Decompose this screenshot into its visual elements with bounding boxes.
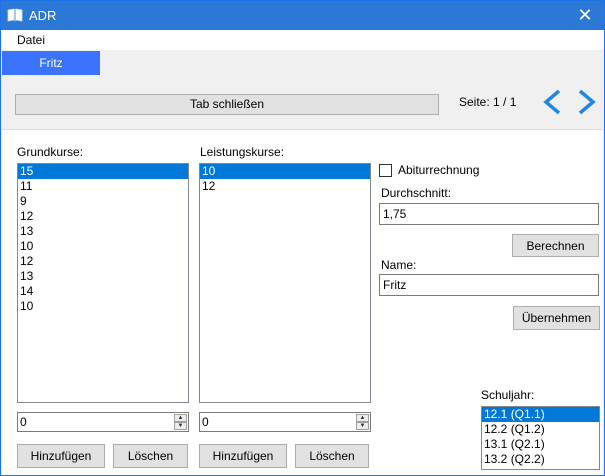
tab-strip: Fritz [1, 51, 604, 75]
grundkurse-label: Grundkurse: [17, 145, 84, 159]
durchschnitt-field[interactable]: 1,75 [379, 203, 599, 225]
schuljahr-list-item[interactable]: 12.2 (Q1.2) [482, 422, 599, 437]
leistungskurse-spinbox[interactable]: 0 ▲ ▼ [199, 412, 371, 432]
schuljahr-list-item[interactable]: 13.1 (Q2.1) [482, 437, 599, 452]
grundkurse-spinbox[interactable]: 0 ▲ ▼ [17, 412, 189, 432]
page-indicator: Seite: 1 / 1 [459, 95, 517, 109]
spin-up-icon[interactable]: ▲ [356, 414, 369, 422]
leistungskurse-spin-value: 0 [202, 415, 209, 429]
tab-content: Grundkurse: 15 11 9 12 13 10 12 13 14 10 0 ▲ ▼ Hi… [2, 129, 603, 475]
grundkurse-list-item[interactable]: 12 [18, 254, 188, 269]
leistungskurse-spin-arrows[interactable]: ▲ ▼ [356, 414, 369, 430]
grundkurse-list-item[interactable]: 14 [18, 284, 188, 299]
menu-item-datei[interactable]: Datei [17, 33, 45, 47]
tab-fritz[interactable]: Fritz [2, 51, 100, 75]
abiturrechnung-label: Abiturrechnung [398, 163, 480, 177]
grundkurse-list-item[interactable]: 15 [18, 164, 188, 179]
menu-bar: Datei [1, 30, 604, 50]
grundkurse-list-item[interactable]: 11 [18, 179, 188, 194]
grundkurse-spin-arrows[interactable]: ▲ ▼ [174, 414, 187, 430]
schuljahr-listbox[interactable]: 12.1 (Q1.1) 12.2 (Q1.2) 13.1 (Q2.1) 13.2 (Q… [481, 406, 600, 470]
close-tab-button[interactable]: Tab schließen [15, 94, 439, 115]
book-icon [7, 8, 23, 22]
chevron-right-icon[interactable] [575, 88, 599, 116]
grundkurse-list-item[interactable]: 12 [18, 209, 188, 224]
grundkurse-list-item[interactable]: 10 [18, 299, 188, 314]
grundkurse-list-item[interactable]: 13 [18, 224, 188, 239]
grundkurse-list-item[interactable]: 13 [18, 269, 188, 284]
grundkurse-spin-value: 0 [20, 415, 27, 429]
berechnen-button[interactable]: Berechnen [512, 234, 599, 257]
close-icon: ✕ [577, 5, 593, 25]
schuljahr-list-item[interactable]: 13.2 (Q2.2) [482, 452, 599, 467]
leistungskurse-listbox[interactable]: 10 12 [199, 163, 371, 403]
leistungskurse-add-button[interactable]: Hinzufügen [199, 444, 287, 468]
name-label: Name: [381, 258, 417, 272]
spin-down-icon[interactable]: ▼ [356, 422, 369, 430]
chevron-left-icon[interactable] [540, 88, 564, 116]
durchschnitt-label: Durchschnitt: [381, 186, 452, 200]
schuljahr-list-item[interactable]: 12.1 (Q1.1) [482, 407, 599, 422]
uebernehmen-button[interactable]: Übernehmen [513, 306, 600, 330]
spin-up-icon[interactable]: ▲ [174, 414, 187, 422]
spin-down-icon[interactable]: ▼ [174, 422, 187, 430]
grundkurse-list-item[interactable]: 9 [18, 194, 188, 209]
durchschnitt-value: 1,75 [383, 207, 407, 221]
leistungskurse-list-item[interactable]: 12 [200, 179, 370, 194]
app-window: ADR ✕ Datei Fritz Tab schließen Seite: 1… [0, 0, 605, 476]
leistungskurse-list-item[interactable]: 10 [200, 164, 370, 179]
abiturrechnung-checkbox[interactable] [379, 164, 392, 177]
title-bar: ADR ✕ [1, 1, 604, 30]
schuljahr-label: Schuljahr: [481, 388, 535, 402]
grundkurse-delete-button[interactable]: Löschen [113, 444, 188, 468]
grundkurse-list-item[interactable]: 10 [18, 239, 188, 254]
close-window-button[interactable]: ✕ [574, 4, 596, 26]
grundkurse-listbox[interactable]: 15 11 9 12 13 10 12 13 14 10 [17, 163, 189, 403]
name-field[interactable]: Fritz [379, 274, 599, 296]
grundkurse-add-button[interactable]: Hinzufügen [17, 444, 105, 468]
leistungskurse-label: Leistungskurse: [200, 145, 285, 159]
window-title: ADR [29, 8, 57, 23]
name-value: Fritz [383, 278, 407, 292]
leistungskurse-delete-button[interactable]: Löschen [295, 444, 369, 468]
